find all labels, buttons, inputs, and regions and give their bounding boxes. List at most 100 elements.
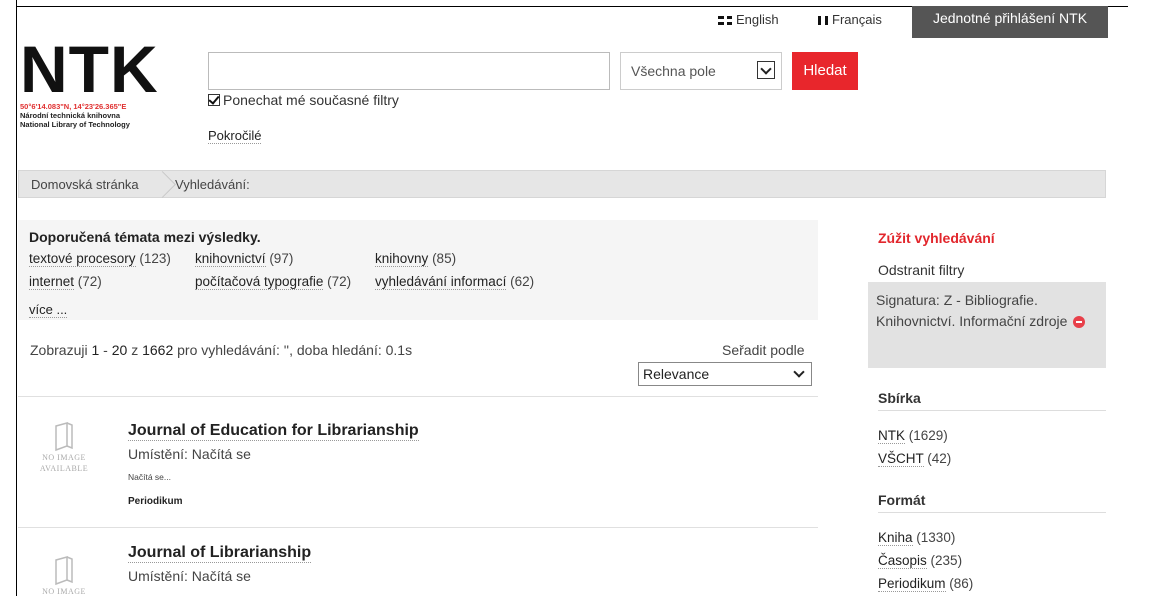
facet-link[interactable]: Časopis bbox=[878, 553, 927, 569]
breadcrumb-current: Vyhledávání: bbox=[175, 177, 250, 192]
search-input[interactable] bbox=[208, 52, 610, 90]
remove-filters-label: Odstranit filtry bbox=[878, 262, 965, 278]
topic-item: internet (72) bbox=[29, 274, 102, 290]
sort-label: Seřadit podle bbox=[722, 342, 805, 358]
chevron-down-icon bbox=[757, 61, 775, 79]
logo-name-czech: Národní technická knihovna bbox=[20, 111, 121, 120]
language-english-link[interactable]: English bbox=[718, 12, 779, 27]
topic-link[interactable]: knihovny bbox=[375, 251, 429, 267]
facet-item: NTK (1629) bbox=[878, 428, 948, 444]
suggested-topics-title: Doporučená témata mezi výsledky. bbox=[29, 229, 261, 245]
results-dash: - bbox=[103, 342, 108, 358]
result-location-value: Načítá se bbox=[191, 446, 251, 462]
facet-link[interactable]: Kniha bbox=[878, 530, 913, 546]
narrow-search-title: Zúžit vyhledávání bbox=[878, 230, 995, 246]
result-location: Umístění: Načítá se bbox=[128, 446, 251, 462]
chevron-down-icon bbox=[793, 366, 805, 378]
topic-item: knihovnictví (97) bbox=[195, 251, 294, 267]
result-location-label: Umístění: bbox=[128, 446, 188, 462]
topic-count: (97) bbox=[269, 251, 294, 266]
result-title-link[interactable]: Journal of Education for Librarianship bbox=[128, 422, 419, 441]
facet-item: VŠCHT (42) bbox=[878, 451, 952, 467]
window-border-left bbox=[16, 0, 17, 596]
no-image-placeholder: NO IMAGE AVAILABLE bbox=[18, 422, 110, 474]
facet-count: (42) bbox=[927, 451, 952, 466]
facet-count: (1629) bbox=[908, 428, 948, 443]
facet-item: Periodikum (86) bbox=[878, 576, 974, 592]
remove-filter-icon[interactable] bbox=[1073, 316, 1086, 329]
results-total: 1662 bbox=[142, 342, 174, 358]
search-field-select-value: Všechna pole bbox=[631, 63, 716, 79]
facet-link[interactable]: VŠCHT bbox=[878, 451, 924, 467]
divider bbox=[878, 410, 1106, 411]
language-french-link[interactable]: Français bbox=[818, 12, 882, 27]
breadcrumb-home-link[interactable]: Domovská stránka bbox=[31, 177, 139, 192]
results-suffix: pro vyhledávání: '', doba hledání: 0.1s bbox=[177, 342, 413, 358]
facet-item: Kniha (1330) bbox=[878, 530, 956, 546]
results-prefix: Zobrazuji bbox=[30, 342, 88, 358]
topic-link[interactable]: knihovnictví bbox=[195, 251, 266, 267]
no-image-line1: NO IMAGE bbox=[42, 587, 86, 596]
divider bbox=[18, 527, 818, 528]
format-facet-title: Formát bbox=[878, 492, 926, 508]
search-field-select[interactable]: Všechna pole bbox=[620, 52, 782, 90]
topic-count: (85) bbox=[432, 251, 457, 266]
result-location-label: Umístění: bbox=[128, 568, 188, 584]
topic-item: počítačová typografie (72) bbox=[195, 274, 352, 290]
active-filter[interactable]: Signatura: Z - Bibliografie. Knihovnictv… bbox=[868, 282, 1106, 368]
breadcrumb-separator-icon bbox=[159, 171, 173, 197]
results-from: 1 bbox=[91, 342, 100, 358]
suggested-topics-box: Doporučená témata mezi výsledky. textové… bbox=[18, 220, 818, 320]
french-flag-icon bbox=[818, 16, 828, 26]
book-outline-icon bbox=[53, 422, 75, 452]
breadcrumb: Domovská stránka Vyhledávání: bbox=[18, 170, 1106, 198]
search-submit-button[interactable]: Hledat bbox=[792, 52, 858, 90]
topic-link[interactable]: počítačová typografie bbox=[195, 274, 324, 290]
active-filter-text: Signatura: Z - Bibliografie. Knihovnictv… bbox=[876, 292, 1068, 329]
facet-count: (1330) bbox=[916, 530, 956, 545]
topic-count: (62) bbox=[510, 274, 535, 289]
results-to: 20 bbox=[111, 342, 128, 358]
topic-link[interactable]: internet bbox=[29, 274, 75, 290]
sort-select[interactable]: Relevance bbox=[638, 362, 812, 386]
result-title-link[interactable]: Journal of Librarianship bbox=[128, 544, 312, 563]
facet-item: Časopis (235) bbox=[878, 553, 963, 569]
keep-filters-label: Ponechat mé současné filtry bbox=[223, 92, 399, 108]
results-of: z bbox=[131, 342, 139, 358]
topic-count: (72) bbox=[327, 274, 352, 289]
divider bbox=[18, 396, 818, 397]
sort-select-value: Relevance bbox=[643, 366, 710, 382]
divider bbox=[878, 512, 1106, 513]
topic-link[interactable]: textové procesory bbox=[29, 251, 136, 267]
topic-item: knihovny (85) bbox=[375, 251, 457, 267]
facet-link[interactable]: NTK bbox=[878, 428, 905, 444]
uk-flag-icon bbox=[718, 16, 732, 26]
facet-link[interactable]: Periodikum bbox=[878, 576, 946, 592]
checkbox-checked-icon[interactable] bbox=[208, 94, 220, 107]
advanced-search-link[interactable]: Pokročilé bbox=[208, 128, 262, 144]
book-outline-icon bbox=[53, 556, 75, 586]
topic-count: (123) bbox=[139, 251, 171, 266]
ntk-logo[interactable]: NTK 50°6'14.083"N, 14°23'26.365"E Národn… bbox=[20, 32, 159, 129]
result-loading-text: Načítá se... bbox=[128, 472, 171, 482]
topic-item: vyhledávání informací (62) bbox=[375, 274, 535, 290]
no-image-placeholder: NO IMAGE bbox=[18, 544, 110, 597]
logo-name-english: National Library of Technology bbox=[20, 120, 130, 129]
no-image-line2: AVAILABLE bbox=[39, 464, 89, 473]
facet-count: (86) bbox=[949, 576, 974, 591]
results-summary: Zobrazuji 1 - 20 z 1662 pro vyhledávání:… bbox=[30, 342, 412, 358]
keep-filters-checkbox[interactable]: Ponechat mé současné filtry bbox=[208, 92, 399, 108]
sso-login-button[interactable]: Jednotné přihlášení NTK bbox=[912, 6, 1108, 38]
window-border-top-right bbox=[1108, 6, 1128, 7]
result-item: NO IMAGE AVAILABLE Journal of Education … bbox=[18, 422, 818, 522]
collection-facet-title: Sbírka bbox=[878, 390, 921, 406]
no-image-line1: NO IMAGE bbox=[42, 453, 86, 462]
logo-title: NTK bbox=[20, 32, 159, 106]
topics-more-link[interactable]: více ... bbox=[29, 302, 68, 318]
topic-count: (72) bbox=[77, 274, 102, 289]
language-french-label: Français bbox=[832, 12, 882, 27]
topic-link[interactable]: vyhledávání informací bbox=[375, 274, 507, 290]
result-item: NO IMAGE Journal of Librarianship Umístě… bbox=[18, 544, 818, 596]
active-filter-text-container: Signatura: Z - Bibliografie. Knihovnictv… bbox=[876, 290, 1096, 332]
facet-count: (235) bbox=[930, 553, 963, 568]
